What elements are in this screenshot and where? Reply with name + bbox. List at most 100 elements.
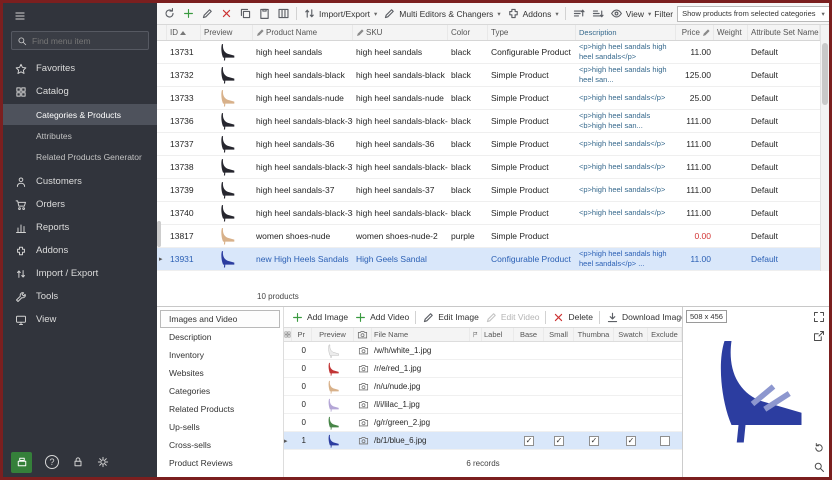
tab-related-products[interactable]: Related Products: [160, 400, 280, 418]
menu-search[interactable]: [11, 31, 149, 50]
column-header-id[interactable]: ID: [167, 25, 201, 40]
column-header-swatch[interactable]: Swatch: [614, 328, 648, 341]
hamburger-menu-icon[interactable]: [14, 10, 26, 22]
add-video-button[interactable]: Add Video: [351, 309, 412, 326]
tab-categories[interactable]: Categories: [160, 382, 280, 400]
tab-cross-sells[interactable]: Cross-sells: [160, 436, 280, 454]
help-icon[interactable]: ?: [45, 455, 59, 469]
add-product-button[interactable]: [179, 5, 198, 22]
sort-ascending-button[interactable]: [569, 5, 588, 22]
column-header-base[interactable]: Base: [514, 328, 544, 341]
scrollbar-thumb[interactable]: [822, 43, 828, 105]
checkbox[interactable]: [660, 436, 670, 446]
product-row[interactable]: 13817women shoes-nudewomen shoes-nude-2p…: [157, 225, 829, 248]
checkbox[interactable]: ✓: [626, 436, 636, 446]
image-row[interactable]: ▸1/b/1/blue_6.jpg✓✓✓✓: [284, 432, 682, 450]
product-row[interactable]: 13731high heel sandalshigh heel sandalsb…: [157, 41, 829, 64]
column-header-color[interactable]: Color: [448, 25, 488, 40]
menu-search-input[interactable]: [32, 36, 143, 46]
sidebar-item-related-products-generator[interactable]: Related Products Generator: [3, 146, 157, 167]
sidebar-item-catalog[interactable]: Catalog: [3, 80, 157, 103]
add-image-button[interactable]: Add Image: [288, 309, 351, 326]
column-header-position[interactable]: Pr: [292, 328, 312, 341]
zoom-icon[interactable]: [813, 461, 825, 473]
product-row[interactable]: 13732high heel sandals-blackhigh heel sa…: [157, 64, 829, 87]
addons-dropdown[interactable]: Addons▾: [504, 5, 562, 22]
tab-images-and-video[interactable]: Images and Video: [160, 310, 280, 328]
row-expander[interactable]: ▸: [157, 255, 167, 263]
sidebar-item-orders[interactable]: Orders: [3, 193, 157, 216]
column-header-file-name[interactable]: File Name: [372, 328, 470, 341]
refresh-button[interactable]: [160, 5, 179, 22]
edit-product-button[interactable]: [198, 5, 217, 22]
tab-up-sells[interactable]: Up-sells: [160, 418, 280, 436]
tab-product-reviews[interactable]: Product Reviews: [160, 454, 280, 472]
product-row[interactable]: ▸13931new High Heels SandalsHigh Geels S…: [157, 248, 829, 271]
sidebar-item-categories-products[interactable]: Categories & Products: [3, 104, 157, 125]
grid-scrollbar[interactable]: [820, 25, 829, 271]
filter-category-select[interactable]: Show products from selected categories ▾: [677, 6, 829, 22]
edit-image-button[interactable]: Edit Image: [419, 309, 482, 326]
delete-product-button[interactable]: [217, 5, 236, 22]
column-header-price[interactable]: Price: [676, 25, 714, 40]
column-header-camera: [354, 328, 372, 341]
paste-button[interactable]: [255, 5, 274, 22]
sidebar-item-customers[interactable]: Customers: [3, 170, 157, 193]
download-image-button[interactable]: Download Image: [603, 309, 682, 326]
column-header-type[interactable]: Type: [488, 25, 576, 40]
splitter-handle[interactable]: [157, 221, 161, 247]
product-row[interactable]: 13739high heel sandals-37high heel sanda…: [157, 179, 829, 202]
product-row[interactable]: 13733high heel sandals-nudehigh heel san…: [157, 87, 829, 110]
view-dropdown[interactable]: View▾: [607, 5, 655, 22]
product-row[interactable]: 13736high heel sandals-black-36high heel…: [157, 110, 829, 133]
sidebar-item-tools[interactable]: Tools: [3, 285, 157, 308]
sort-descending-button[interactable]: [588, 5, 607, 22]
image-row[interactable]: 0/w/h/white_1.jpg: [284, 342, 682, 360]
column-header-preview[interactable]: Preview: [312, 328, 354, 341]
sidebar-item-addons[interactable]: Addons: [3, 239, 157, 262]
tab-description[interactable]: Description: [160, 328, 280, 346]
column-header-sku[interactable]: SKU: [353, 25, 448, 40]
checkbox[interactable]: ✓: [554, 436, 564, 446]
multi-editors-dropdown[interactable]: Multi Editors & Changers▾: [380, 5, 503, 22]
lock-icon[interactable]: [72, 456, 84, 468]
column-header-label[interactable]: Label: [482, 328, 514, 341]
columns-button[interactable]: [274, 5, 293, 22]
image-row[interactable]: 0/g/r/green_2.jpg: [284, 414, 682, 432]
column-header-small[interactable]: Small: [544, 328, 574, 341]
tab-inventory[interactable]: Inventory: [160, 346, 280, 364]
column-header-attribute-set[interactable]: Attribute Set Name: [748, 25, 820, 40]
column-header-exclude[interactable]: Exclude: [648, 328, 682, 341]
shoe-image: [326, 398, 340, 412]
image-row[interactable]: 0/r/e/red_1.jpg: [284, 360, 682, 378]
product-row[interactable]: 13737high heel sandals-36high heel sanda…: [157, 133, 829, 156]
column-label: Weight: [717, 28, 742, 37]
image-row[interactable]: 0/n/u/nude.jpg: [284, 378, 682, 396]
sidebar-item-view[interactable]: View: [3, 308, 157, 331]
sidebar-item-import-export[interactable]: Import / Export: [3, 262, 157, 285]
column-header-description[interactable]: Description: [576, 25, 676, 40]
column-header-thumbnail[interactable]: Thumbna: [574, 328, 614, 341]
sidebar-item-favorites[interactable]: Favorites: [3, 57, 157, 80]
cell-position: 0: [292, 364, 312, 373]
tab-websites[interactable]: Websites: [160, 364, 280, 382]
column-header-product-name[interactable]: Product Name: [253, 25, 353, 40]
column-header-weight[interactable]: Weight: [714, 25, 748, 40]
pos-terminal-button[interactable]: [11, 452, 32, 473]
copy-button[interactable]: [236, 5, 255, 22]
open-in-new-icon[interactable]: [813, 330, 825, 342]
sidebar-item-attributes[interactable]: Attributes: [3, 125, 157, 146]
fullscreen-icon[interactable]: [813, 311, 825, 323]
sidebar-item-reports[interactable]: Reports: [3, 216, 157, 239]
image-row[interactable]: 0/l/i/lilac_1.jpg: [284, 396, 682, 414]
column-header-preview[interactable]: Preview: [201, 25, 253, 40]
product-row[interactable]: 13740high heel sandals-black-38high heel…: [157, 202, 829, 225]
checkbox[interactable]: ✓: [524, 436, 534, 446]
settings-gear-icon[interactable]: [97, 456, 109, 468]
rotate-icon[interactable]: [813, 442, 825, 454]
product-row[interactable]: 13738high heel sandals-black-37high heel…: [157, 156, 829, 179]
checkbox[interactable]: ✓: [589, 436, 599, 446]
edit-video-button[interactable]: Edit Video: [482, 309, 543, 326]
delete-image-button[interactable]: Delete: [549, 309, 596, 326]
import-export-dropdown[interactable]: Import/Export▾: [300, 5, 380, 22]
